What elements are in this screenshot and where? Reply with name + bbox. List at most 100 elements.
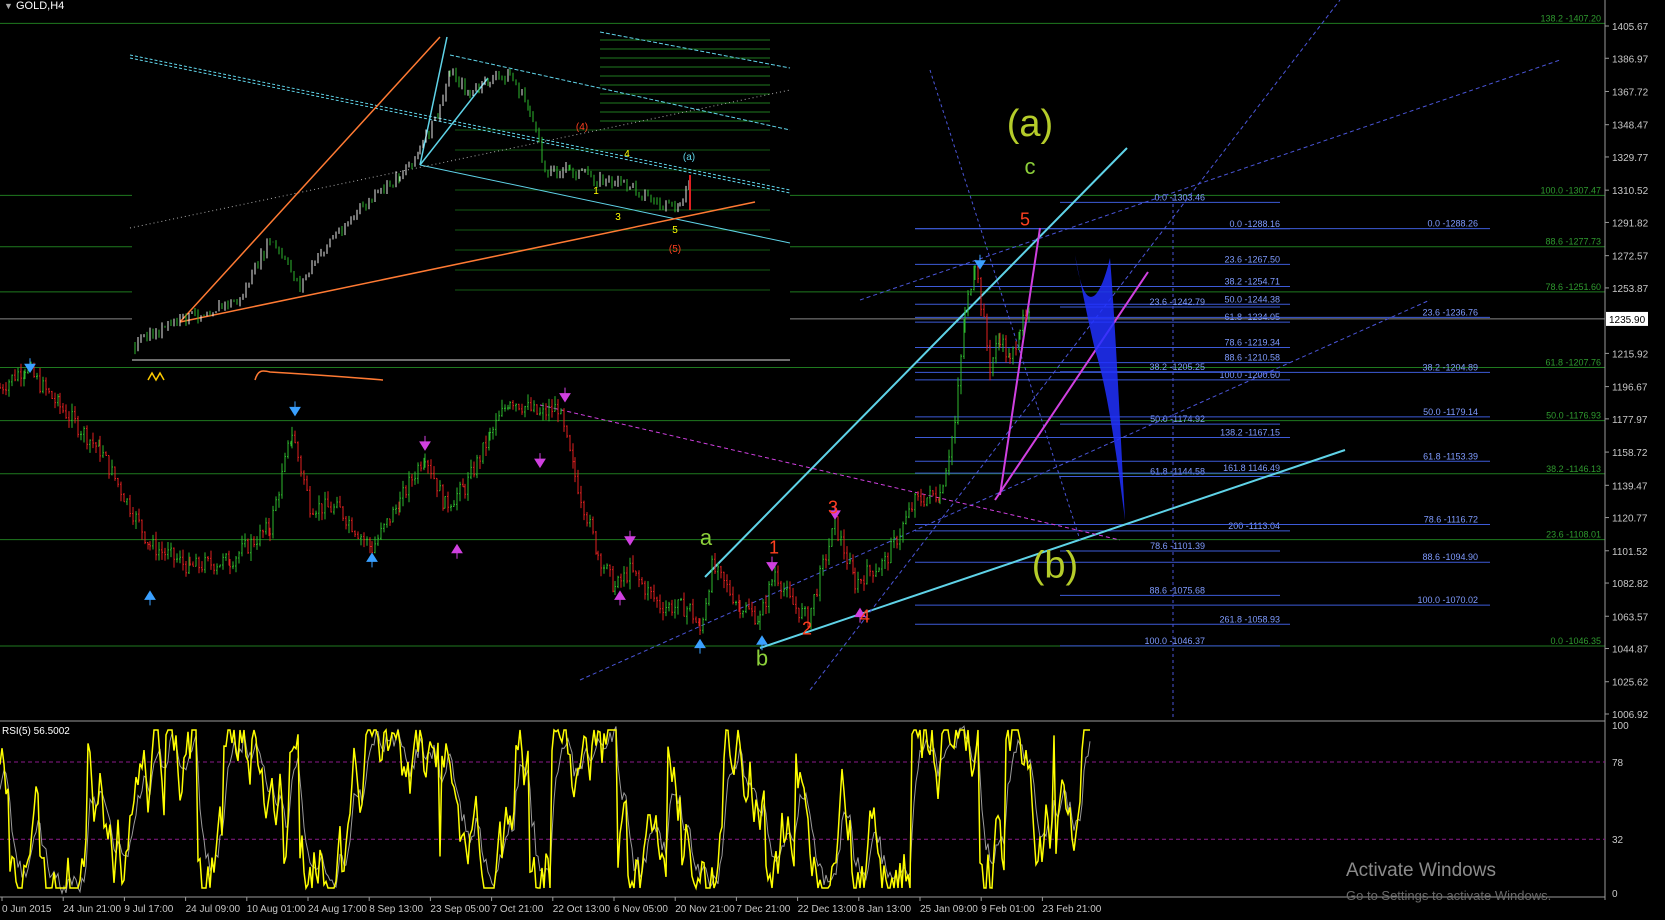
fib-label: 138.2 -1167.15	[1220, 428, 1280, 438]
fractal-up-arrow-icon	[366, 552, 378, 568]
fractal-up-arrow-icon	[694, 638, 706, 654]
fractal-up-arrow-icon	[451, 543, 463, 559]
inset-background	[132, 30, 790, 360]
rsi-line	[0, 728, 1090, 891]
y-axis-label: 1158.72	[1612, 448, 1648, 459]
fractal-down-arrow-icon	[974, 254, 986, 270]
x-axis-label: 9 Jul 17:00	[124, 904, 173, 915]
wave-label: 3	[828, 498, 838, 518]
chevron-down-icon[interactable]: ▼	[4, 1, 13, 11]
y-axis-label: 1310.52	[1612, 186, 1649, 197]
fractal-down-arrow-icon	[559, 387, 571, 403]
x-axis-label: 22 Oct 13:00	[553, 904, 611, 915]
x-axis-label: 9 Feb 01:00	[981, 904, 1035, 915]
y-axis-label: 1101.52	[1612, 547, 1648, 558]
fib-label: 61.8 -1153.39	[1423, 451, 1478, 461]
x-axis-label: 10 Aug 01:00	[247, 904, 306, 915]
fib-label: 50.0 -1179.14	[1423, 407, 1478, 417]
y-axis-label: 1139.47	[1612, 481, 1648, 492]
wave-label: (a)	[1007, 103, 1053, 145]
inset-wave-label: (5)	[669, 244, 681, 255]
y-axis-label: 1386.97	[1612, 54, 1649, 65]
wave-label: 2	[802, 618, 812, 638]
wave-label: 5	[1020, 210, 1030, 230]
inset-wave-label: 1	[593, 186, 599, 197]
y-axis-label: 1025.62	[1612, 678, 1649, 689]
y-axis-label: 1082.82	[1612, 579, 1649, 590]
fibonacci-levels: 0.0 -1303.46 0.0 -1288.16 23.6 -1267.50 38.…	[915, 192, 1490, 647]
dashed-fib-line	[929, 69, 1081, 541]
wave-label: (b)	[1032, 545, 1078, 587]
fib-label: 200 -1113.04	[1228, 521, 1280, 531]
fib-label: 78.6 -1101.39	[1150, 541, 1205, 551]
inset-wave-label: 3	[615, 212, 621, 223]
inset-wave-label: (a)	[683, 152, 695, 163]
green-fib-label: 0.0 -1046.35	[1550, 636, 1601, 646]
x-axis-label: 24 Jun 21:00	[63, 904, 121, 915]
x-axis-label: 20 Nov 21:00	[675, 904, 735, 915]
y-axis-label: 1348.47	[1612, 121, 1649, 132]
x-axis-label: 6 Nov 05:00	[614, 904, 668, 915]
chart-title: ▼ GOLD,H4	[4, 0, 64, 12]
y-axis-label: 1120.77	[1612, 514, 1648, 525]
inset-wave-label: (4)	[576, 122, 588, 133]
rsi-axis-label: 100	[1612, 721, 1629, 732]
green-fib-label: 88.6 -1277.73	[1545, 237, 1601, 247]
green-fib-label: 50.0 -1176.93	[1546, 411, 1601, 421]
fib-label: 0.0 -1303.46	[1154, 192, 1205, 202]
fib-label: 100.0 -1070.02	[1417, 595, 1478, 605]
fib-label: 88.6 -1075.68	[1149, 585, 1205, 595]
green-fib-label: 78.6 -1251.60	[1545, 282, 1601, 292]
y-axis-label: 1006.92	[1612, 710, 1649, 721]
green-fib-label: 138.2 -1407.20	[1540, 13, 1601, 23]
inset-mini-indicator	[147, 371, 165, 382]
fractal-up-arrow-icon	[614, 590, 626, 606]
x-axis-label: 25 Jan 09:00	[920, 904, 978, 915]
y-axis-label: 1272.57	[1612, 252, 1649, 263]
y-axis-label: 1215.92	[1612, 349, 1649, 360]
fib-label: 50.0 -1244.38	[1224, 294, 1280, 304]
inset-wave-label: 4	[624, 149, 630, 160]
rsi-axis-label: 0	[1612, 889, 1618, 900]
x-axis-label: 22 Dec 13:00	[798, 904, 858, 915]
fib-label: 38.2 -1204.89	[1422, 362, 1478, 372]
fib-label: 50.0 -1174.92	[1150, 414, 1205, 424]
fractal-down-arrow-icon	[419, 435, 431, 451]
wave-label: b	[756, 646, 768, 671]
fib-label: 23.6 -1236.76	[1422, 307, 1478, 317]
y-axis-label: 1253.87	[1612, 284, 1649, 295]
rsi-label: RSI(5) 56.5002	[2, 726, 70, 737]
y-axis-label: 1177.97	[1612, 415, 1648, 426]
fib-label: 78.6 -1219.34	[1224, 337, 1280, 347]
y-axis-label: 1063.57	[1612, 612, 1649, 623]
current-price-label: 1235.90	[1609, 315, 1646, 326]
magenta-wedge-line	[994, 271, 1149, 501]
wave-label: 1	[769, 537, 779, 557]
fib-label: 61.8 -1144.58	[1150, 466, 1205, 476]
fib-label: 88.6 -1210.58	[1224, 353, 1280, 363]
x-axis-label: 24 Jul 09:00	[186, 904, 241, 915]
fractal-down-arrow-icon	[289, 401, 301, 417]
fib-label: 38.2 -1205.25	[1149, 362, 1205, 372]
x-axis-label: 23 Feb 21:00	[1042, 904, 1101, 915]
fib-label: 23.6 -1242.79	[1149, 297, 1205, 307]
magenta-dashed-line	[539, 404, 1121, 541]
x-axis-label: 23 Sep 05:00	[430, 904, 490, 915]
inset-chart: (a) (4) (5) 4 1 3 5	[129, 30, 791, 382]
fractal-up-arrow-icon	[144, 590, 156, 606]
fib-label: 0.0 -1288.26	[1427, 219, 1478, 229]
x-axis-label: 0 Jun 2015	[2, 904, 52, 915]
x-axis-label: 7 Oct 21:00	[492, 904, 544, 915]
green-fib-label: 38.2 -1146.13	[1546, 464, 1601, 474]
fractal-down-arrow-icon	[624, 530, 636, 546]
price-chart[interactable]: 138.2 -1407.20 100.0 -1307.47 88.6 -1277.7…	[0, 0, 1665, 920]
rsi-axis-label: 32	[1612, 835, 1624, 846]
rsi-axis-label: 78	[1612, 758, 1624, 769]
activation-watermark-sub: Go to Settings to activate Windows.	[1346, 888, 1552, 903]
inset-wave-label: 5	[672, 225, 678, 236]
fib-label: 261.8 -1058.93	[1219, 614, 1280, 624]
fractal-down-arrow-icon	[534, 453, 546, 469]
wave-label: c	[1025, 154, 1036, 179]
fib-label: 38.2 -1254.71	[1224, 276, 1280, 286]
y-axis-label: 1291.82	[1612, 218, 1649, 229]
